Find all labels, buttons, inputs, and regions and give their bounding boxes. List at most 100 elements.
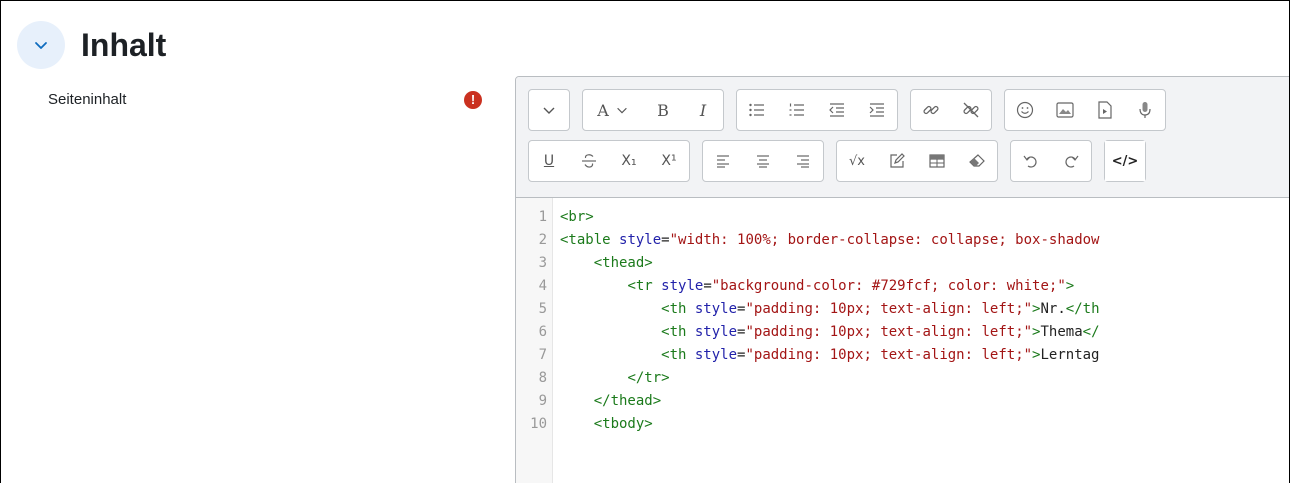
- media-button[interactable]: [1085, 90, 1125, 130]
- file-media-icon: [1098, 101, 1112, 119]
- toolbar-group-links: [910, 89, 992, 131]
- underline-icon: U: [543, 153, 555, 169]
- toolbar-group-toggle: [528, 89, 570, 131]
- required-icon: !: [464, 91, 482, 109]
- line-content: <thead>: [560, 252, 653, 275]
- redo-icon: [1065, 155, 1079, 168]
- bold-button[interactable]: B: [643, 90, 683, 130]
- code-token: "padding: 10px; text-align: left;": [745, 347, 1033, 363]
- align-left-button[interactable]: [703, 141, 743, 181]
- code-token: </thead>: [593, 393, 662, 409]
- align-right-button[interactable]: [783, 141, 823, 181]
- line-number: 6: [538, 324, 547, 340]
- code-token: </th: [1065, 301, 1100, 317]
- code-token: style: [619, 232, 662, 248]
- code-token: style: [694, 324, 738, 340]
- code-line: 4 <tr style="background-color: #729fcf; …: [516, 275, 1289, 298]
- line-content: <table style="width: 100%; border-collap…: [560, 229, 1099, 252]
- line-number: 4: [538, 278, 547, 294]
- code-token: <tr: [627, 278, 662, 294]
- code-token: style: [694, 301, 738, 317]
- image-icon: [1056, 102, 1074, 118]
- code-token: "width: 100%; border-collapse: collapse;…: [669, 232, 1100, 248]
- line-number: 2: [538, 232, 547, 248]
- align-right-icon: [797, 155, 809, 168]
- bullet-list-icon: [749, 103, 764, 117]
- strikethrough-button[interactable]: [569, 141, 609, 181]
- table-icon: [929, 154, 945, 168]
- line-number: 1: [538, 209, 547, 225]
- toolbar-group-source: </>: [1104, 140, 1146, 182]
- toolbar-group-lists: [736, 89, 898, 131]
- line-content: <tbody>: [560, 413, 653, 436]
- collapse-section-button[interactable]: [17, 21, 65, 69]
- align-left-icon: [717, 155, 729, 168]
- numbered-list-button[interactable]: [777, 90, 817, 130]
- clear-formatting-button[interactable]: [957, 141, 997, 181]
- equation-button[interactable]: √x: [837, 141, 877, 181]
- code-token: <th: [661, 324, 695, 340]
- line-content: <th style="padding: 10px; text-align: le…: [560, 344, 1100, 367]
- toolbar-row-2: U X₁ X¹ √x </>: [528, 140, 1158, 182]
- bullet-list-button[interactable]: [737, 90, 777, 130]
- unlink-button[interactable]: [951, 90, 991, 130]
- microphone-icon: [1139, 102, 1151, 118]
- edit-icon: [890, 153, 905, 168]
- field-label: Seiteninhalt: [48, 91, 127, 108]
- chevron-down-icon: [35, 42, 47, 49]
- code-token: </: [1082, 324, 1100, 340]
- line-number: 7: [538, 347, 547, 363]
- redo-button[interactable]: [1051, 141, 1091, 181]
- line-content: </thead>: [560, 390, 661, 413]
- underline-button[interactable]: U: [529, 141, 569, 181]
- toolbar-group-text-style: U X₁ X¹: [528, 140, 690, 182]
- image-button[interactable]: [1045, 90, 1085, 130]
- superscript-button[interactable]: X¹: [649, 141, 689, 181]
- source-code-editor[interactable]: 1 <br> 2 <table style="width: 100%; border-…: [516, 198, 1289, 483]
- line-number: 9: [538, 393, 547, 409]
- line-number: 8: [538, 370, 547, 386]
- code-line: 10 <tbody>: [516, 413, 1289, 436]
- source-code-button[interactable]: </>: [1105, 141, 1145, 181]
- code-token: "padding: 10px; text-align: left;": [745, 301, 1033, 317]
- italic-button[interactable]: I: [683, 90, 723, 130]
- edit-button[interactable]: [877, 141, 917, 181]
- code-token: Lerntag: [1040, 347, 1100, 363]
- section-title: Inhalt: [81, 26, 167, 63]
- align-center-button[interactable]: [743, 141, 783, 181]
- toolbar-toggle-button[interactable]: [529, 90, 569, 130]
- code-token: style: [694, 347, 738, 363]
- subscript-icon: X₁: [621, 153, 637, 169]
- line-number: 5: [538, 301, 547, 317]
- toolbar-group-insert: √x: [836, 140, 998, 182]
- code-line: 3 <thead>: [516, 252, 1289, 275]
- strikethrough-icon: [582, 154, 596, 168]
- code-line: 2 <table style="width: 100%; border-colla…: [516, 229, 1289, 252]
- line-content: <br>: [560, 206, 594, 229]
- code-token: style: [661, 278, 704, 294]
- outdent-button[interactable]: [817, 90, 857, 130]
- code-token: <th: [661, 301, 695, 317]
- record-audio-button[interactable]: [1125, 90, 1165, 130]
- link-button[interactable]: [911, 90, 951, 130]
- font-color-button[interactable]: A: [583, 90, 643, 130]
- table-button[interactable]: [917, 141, 957, 181]
- bold-icon: B: [657, 100, 669, 120]
- emoji-icon: [1016, 101, 1034, 119]
- code-token: <thead>: [593, 255, 653, 271]
- unlink-icon: [963, 102, 979, 118]
- subscript-button[interactable]: X₁: [609, 141, 649, 181]
- code-token: <br>: [560, 209, 594, 225]
- emoji-button[interactable]: [1005, 90, 1045, 130]
- code-line: 6 <th style="padding: 10px; text-align: …: [516, 321, 1289, 344]
- undo-button[interactable]: [1011, 141, 1051, 181]
- toolbar-group-format: A B I: [582, 89, 724, 131]
- indent-button[interactable]: [857, 90, 897, 130]
- toolbar-group-media: [1004, 89, 1166, 131]
- code-token: "padding: 10px; text-align: left;": [745, 324, 1033, 340]
